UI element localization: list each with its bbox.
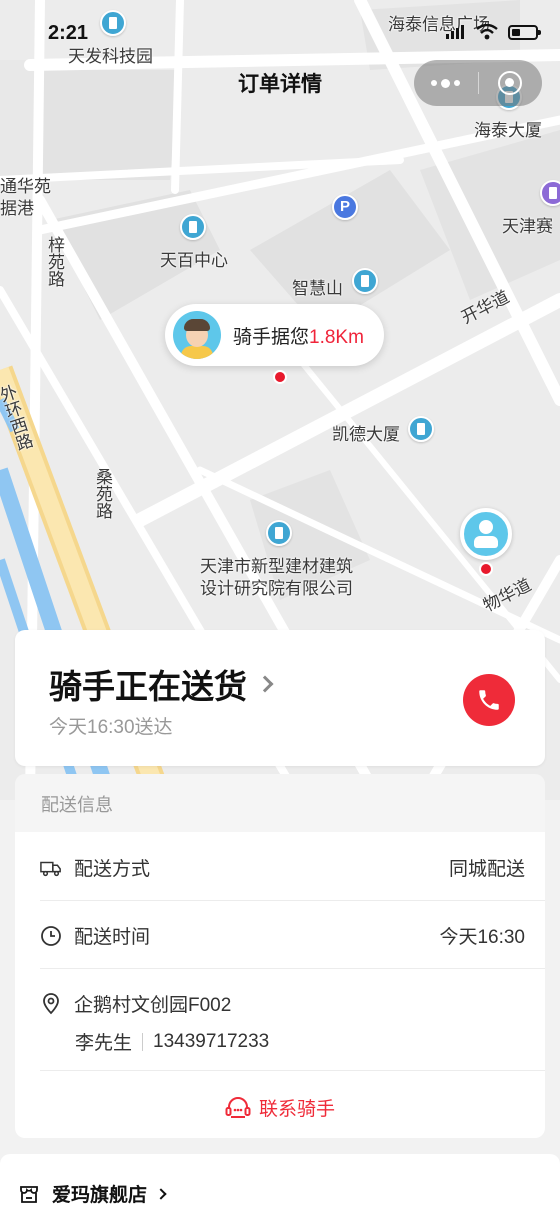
divider: [40, 900, 545, 901]
rider-distance-bubble[interactable]: 骑手据您1.8Km: [165, 304, 384, 366]
recipient-name: 李先生: [75, 1033, 133, 1054]
map-label-sangyuan-road: 桑苑路: [92, 468, 112, 519]
clock-icon: [40, 925, 62, 947]
map-label-zhihuishan: 智慧山: [292, 279, 343, 299]
contact-rider-label: 联系骑手: [258, 1099, 335, 1120]
recipient-info: 李先生 13439717233: [75, 1028, 269, 1055]
rider-avatar: [173, 311, 221, 359]
delivery-status-title[interactable]: 骑手正在送货: [49, 660, 274, 708]
map-label-tianjin-sai: 天津赛: [502, 217, 553, 237]
delivery-eta: 今天16:30送达: [49, 717, 173, 738]
rider-distance-prefix: 骑手据您: [233, 326, 310, 348]
building-icon: [266, 520, 292, 546]
delivery-status-card[interactable]: 骑手正在送货 今天16:30送达: [15, 630, 545, 766]
map-label-ziyuan-road: 梓苑路: [44, 236, 64, 287]
delivery-method-label: 配送方式: [74, 859, 151, 880]
building-icon: [180, 214, 206, 240]
miniprogram-capsule: [414, 60, 542, 106]
more-options-icon[interactable]: [414, 78, 478, 88]
delivery-address-row: 企鹅村文创园F002: [40, 990, 525, 1017]
parking-icon: P: [332, 194, 358, 220]
store-card[interactable]: 爱玛旗舰店: [0, 1154, 560, 1212]
map-label-kaide: 凯德大厦: [332, 425, 400, 445]
building-icon: [408, 416, 434, 442]
map-label-haitai-tower: 海泰大厦: [474, 121, 542, 141]
wifi-icon: [476, 24, 498, 40]
delivery-method-row: 配送方式 同城配送: [40, 854, 525, 881]
store-row[interactable]: 爱玛旗舰店: [18, 1180, 540, 1207]
chevron-right-icon: [256, 675, 274, 693]
delivery-info-header: 配送信息: [15, 774, 545, 832]
delivery-time-label: 配送时间: [74, 927, 151, 948]
map-label-institute-line2: 设计研究院有限公司: [200, 579, 353, 599]
status-icons: [446, 24, 541, 40]
delivery-status-text: 骑手正在送货: [49, 668, 247, 705]
phone-icon: [479, 690, 499, 710]
building-icon: [540, 180, 560, 206]
recipient-phone: 13439717233: [153, 1030, 270, 1052]
location-pin-icon: [40, 992, 62, 1015]
rider-distance-text: 骑手据您1.8Km: [233, 322, 364, 349]
store-icon: [18, 1183, 40, 1205]
destination-avatar-marker: [460, 508, 512, 560]
status-time: 2:21: [48, 22, 89, 44]
delivery-address: 企鹅村文创园F002: [74, 995, 232, 1016]
rider-location-marker: [273, 370, 287, 384]
building-icon: [352, 268, 378, 294]
close-miniprogram-icon[interactable]: [479, 71, 543, 95]
delivery-truck-icon: [40, 857, 62, 879]
contact-rider-button[interactable]: 联系骑手: [15, 1094, 545, 1121]
store-name: 爱玛旗舰店: [52, 1185, 148, 1206]
map-label-tianfa: 天发科技园: [68, 47, 153, 67]
chevron-right-icon: [155, 1187, 167, 1200]
divider: [40, 968, 545, 969]
divider: [40, 1070, 545, 1071]
rider-distance-value: 1.8Km: [309, 326, 364, 348]
delivery-info-card: 配送方式 同城配送 配送时间 今天16:30 企鹅村文创园F002 李先生 13…: [15, 832, 545, 1138]
call-rider-button[interactable]: [463, 674, 515, 726]
delivery-method-value: 同城配送: [448, 859, 525, 880]
battery-icon: [508, 24, 541, 40]
map-label-data-port: 据港: [0, 199, 34, 219]
map-label-tianbai: 天百中心: [160, 251, 228, 271]
building-icon: [100, 10, 126, 36]
delivery-info-title: 配送信息: [41, 795, 113, 815]
destination-location-marker: [479, 562, 493, 576]
cellular-signal-icon: [446, 25, 466, 39]
delivery-time-row: 配送时间 今天16:30: [40, 922, 525, 949]
headset-icon: [225, 1096, 251, 1118]
delivery-time-value: 今天16:30: [439, 927, 525, 948]
